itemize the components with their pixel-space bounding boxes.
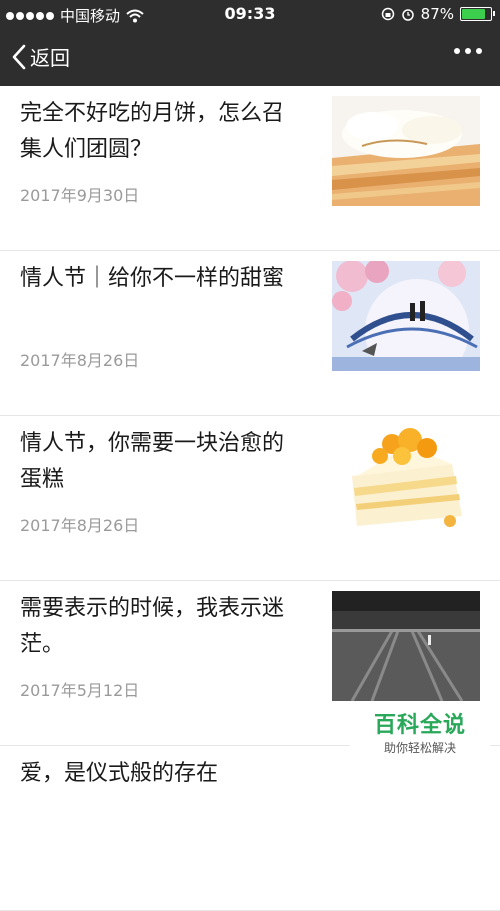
battery-icon [460,7,495,21]
status-bar: 中国移动 09:33 87% [0,0,500,28]
status-right: 87% [381,5,495,23]
rotation-lock-icon [381,7,394,21]
article-title: 情人节，你需要一块治愈的蛋糕 [20,431,285,492]
article-date: 2017年8月26日 [20,351,140,370]
more-button[interactable] [454,48,482,54]
more-dot-icon [465,48,471,54]
more-dot-icon [476,48,482,54]
article-item[interactable]: 完全不好吃的月饼，怎么召集人们团圆？ 2017年9月30日 [0,86,500,251]
battery-percent: 87% [420,5,454,23]
article-item[interactable]: 情人节｜给你不一样的甜蜜 2017年8月26日 [0,251,500,416]
article-title: 情人节｜给你不一样的甜蜜 [20,266,285,291]
article-item[interactable]: 爱，是仪式般的存在 [0,746,500,911]
site-logo: 百科全说 助你轻松解决 [350,712,490,764]
article-title: 需要表示的时候，我表示迷茫。 [20,596,285,657]
back-button[interactable]: 返回 [12,42,70,71]
article-item[interactable]: 情人节，你需要一块治愈的蛋糕 2017年8月26日 [0,416,500,581]
article-thumbnail [332,261,480,371]
article-thumbnail [332,426,480,536]
logo-sub-text: 助你轻松解决 [383,741,456,755]
article-date: 2017年5月12日 [20,681,140,700]
article-thumbnail [332,591,480,701]
article-thumbnail [332,96,480,206]
article-title: 完全不好吃的月饼，怎么召集人们团圆？ [20,101,285,162]
more-dot-icon [454,48,460,54]
article-list: 完全不好吃的月饼，怎么召集人们团圆？ 2017年9月30日 情人节｜给你不一样的… [0,86,500,911]
back-label: 返回 [30,46,70,70]
nav-bar: 返回 [0,28,500,86]
article-date: 2017年8月26日 [20,516,140,535]
chevron-left-icon [12,44,26,69]
alarm-icon [401,9,414,21]
article-title: 爱，是仪式般的存在 [20,761,219,786]
logo-main-text: 百科全说 [373,713,466,738]
article-date: 2017年9月30日 [20,186,140,205]
